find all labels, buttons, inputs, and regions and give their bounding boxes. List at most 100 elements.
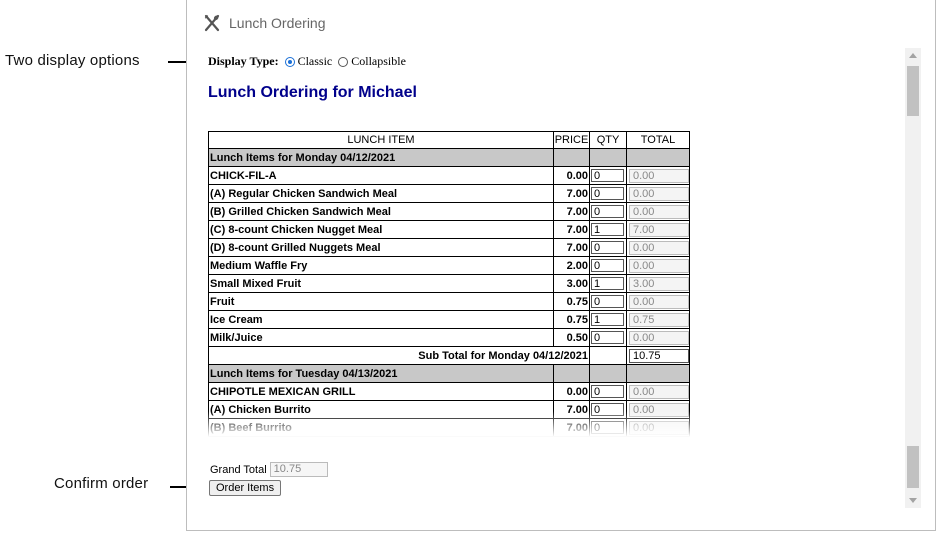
item-price: 0.50 <box>553 328 590 347</box>
section-cell <box>626 148 690 167</box>
total-cell: 0.00 <box>626 238 690 257</box>
section-cell <box>589 364 627 383</box>
item-name: (A) Chicken Burrito <box>208 400 554 419</box>
qty-cell: 0 <box>589 166 627 185</box>
item-total-field: 0.00 <box>629 240 689 255</box>
section-cell <box>589 148 627 167</box>
item-total-field: 3.00 <box>629 276 689 291</box>
header-total: TOTAL <box>626 131 690 149</box>
qty-input[interactable]: 1 <box>591 277 624 290</box>
qty-input[interactable]: 0 <box>591 385 624 398</box>
table-row: (C) 8-count Chicken Nugget Meal 7.00 1 7.00 <box>208 220 690 239</box>
qty-input[interactable]: 0 <box>591 187 624 200</box>
total-cell: 7.00 <box>626 220 690 239</box>
table-row: (A) Regular Chicken Sandwich Meal 7.00 0 0.… <box>208 184 690 203</box>
radio-classic[interactable] <box>284 56 295 67</box>
item-price: 0.00 <box>553 166 590 185</box>
section-row: Lunch Items for Tuesday 04/13/2021 <box>208 364 690 383</box>
callout-confirm-order: Confirm order <box>54 475 149 492</box>
item-price: 7.00 <box>553 220 590 239</box>
total-cell: 3.00 <box>626 274 690 293</box>
display-type-label: Display Type: <box>208 54 279 68</box>
scroll-thumb[interactable] <box>907 66 919 116</box>
window-titlebar: Lunch Ordering <box>203 12 326 34</box>
qty-cell: 0 <box>589 400 627 419</box>
item-name: Medium Waffle Fry <box>208 256 554 275</box>
qty-input[interactable]: 0 <box>591 295 624 308</box>
header-qty: QTY <box>589 131 627 149</box>
item-name: (C) 8-count Chicken Nugget Meal <box>208 220 554 239</box>
section-cell <box>553 364 590 383</box>
header-lunch-item: LUNCH ITEM <box>208 131 554 149</box>
qty-input[interactable]: 0 <box>591 331 624 344</box>
item-name: Milk/Juice <box>208 328 554 347</box>
item-price: 0.00 <box>553 382 590 401</box>
qty-cell: 0 <box>589 382 627 401</box>
qty-input[interactable]: 0 <box>591 241 624 254</box>
item-name: Small Mixed Fruit <box>208 274 554 293</box>
item-total-field: 0.00 <box>629 384 689 399</box>
subtotal-label: Sub Total for Monday 04/12/2021 <box>208 346 590 365</box>
table-row: Ice Cream 0.75 1 0.75 <box>208 310 690 329</box>
page-title: Lunch Ordering for Michael <box>208 84 417 101</box>
qty-cell: 0 <box>589 202 627 221</box>
item-price: 0.75 <box>553 292 590 311</box>
qty-cell: 1 <box>589 274 627 293</box>
table-row: CHICK-FIL-A 0.00 0 0.00 <box>208 166 690 185</box>
table-row: CHIPOTLE MEXICAN GRILL 0.00 0 0.00 <box>208 382 690 401</box>
item-name: (B) Beef Burrito <box>208 418 554 437</box>
total-cell: 0.75 <box>626 310 690 329</box>
qty-input[interactable]: 0 <box>591 259 624 272</box>
qty-input[interactable]: 0 <box>591 205 624 218</box>
total-cell: 0.00 <box>626 256 690 275</box>
qty-input[interactable]: 1 <box>591 313 624 326</box>
scroll-up-arrow-icon[interactable] <box>909 53 917 58</box>
table-row: (B) Beef Burrito 7.00 0 0.00 <box>208 418 690 437</box>
vertical-scrollbar[interactable] <box>905 48 921 508</box>
grand-total-label: Grand Total <box>210 463 267 476</box>
item-total-field: 0.00 <box>629 402 689 417</box>
item-name: (A) Regular Chicken Sandwich Meal <box>208 184 554 203</box>
qty-cell: 1 <box>589 310 627 329</box>
section-label: Lunch Items for Tuesday 04/13/2021 <box>208 364 554 383</box>
fork-knife-icon <box>203 14 221 32</box>
scroll-thumb-lower[interactable] <box>907 446 919 488</box>
item-price: 0.75 <box>553 310 590 329</box>
window-title: Lunch Ordering <box>229 15 326 31</box>
qty-input[interactable]: 0 <box>591 403 624 416</box>
header-price: PRICE <box>553 131 590 149</box>
qty-input[interactable]: 0 <box>591 169 624 182</box>
total-cell: 0.00 <box>626 328 690 347</box>
qty-cell: 0 <box>589 292 627 311</box>
qty-input[interactable]: 0 <box>591 421 624 434</box>
qty-cell: 0 <box>589 256 627 275</box>
table-header-row: LUNCH ITEM PRICE QTY TOTAL <box>208 131 690 149</box>
section-cell <box>553 148 590 167</box>
grand-total: Grand Total 10.75 <box>210 462 328 477</box>
item-name: (D) 8-count Grilled Nuggets Meal <box>208 238 554 257</box>
item-price: 7.00 <box>553 184 590 203</box>
table-row: Small Mixed Fruit 3.00 1 3.00 <box>208 274 690 293</box>
total-cell: 0.00 <box>626 292 690 311</box>
content-area: Display Type: Classic Collapsible Lunch … <box>187 44 904 514</box>
table-row: Milk/Juice 0.50 0 0.00 <box>208 328 690 347</box>
order-items-button[interactable]: Order Items <box>209 480 282 496</box>
order-table-container: LUNCH ITEM PRICE QTY TOTAL Lunch Items f… <box>208 131 690 437</box>
item-total-field: 0.00 <box>629 330 689 345</box>
item-price: 7.00 <box>553 202 590 221</box>
option-collapsible-label[interactable]: Collapsible <box>351 54 406 69</box>
item-total-field: 0.00 <box>629 186 689 201</box>
total-cell: 0.00 <box>626 400 690 419</box>
item-price: 7.00 <box>553 418 590 437</box>
order-table: LUNCH ITEM PRICE QTY TOTAL Lunch Items f… <box>208 131 690 437</box>
item-total-field: 7.00 <box>629 222 689 237</box>
table-row: Fruit 0.75 0 0.00 <box>208 292 690 311</box>
qty-input[interactable]: 1 <box>591 223 624 236</box>
qty-cell: 0 <box>589 238 627 257</box>
scroll-down-arrow-icon[interactable] <box>909 498 917 503</box>
item-name: CHIPOTLE MEXICAN GRILL <box>208 382 554 401</box>
item-price: 3.00 <box>553 274 590 293</box>
option-classic-label[interactable]: Classic <box>298 54 333 69</box>
radio-collapsible[interactable] <box>338 56 349 67</box>
subtotal-row: Sub Total for Monday 04/12/2021 10.75 <box>208 346 690 365</box>
